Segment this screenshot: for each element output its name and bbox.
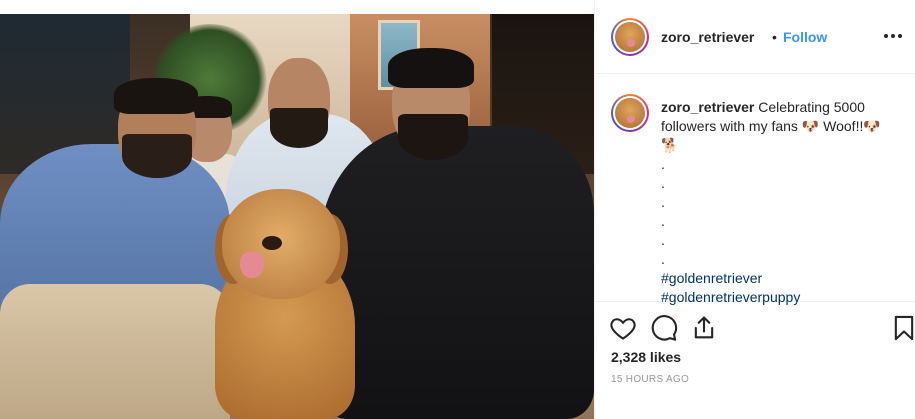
- caption-line: 🐕: [661, 137, 679, 153]
- hashtag-link[interactable]: #goldenretriever: [661, 269, 897, 288]
- dog-figure: [262, 236, 282, 250]
- avatar[interactable]: [611, 18, 649, 56]
- caption-text: zoro_retriever Celebrating 5000 follower…: [661, 98, 897, 307]
- person-figure: [114, 78, 198, 114]
- person-figure: [122, 134, 192, 178]
- post-photo[interactable]: [0, 14, 594, 419]
- post-actions: 2,328 likes 15 HOURS AGO: [595, 302, 915, 419]
- bookmark-icon[interactable]: [890, 314, 915, 342]
- more-options-icon[interactable]: [881, 24, 905, 48]
- post-timestamp[interactable]: 15 HOURS AGO: [611, 374, 689, 385]
- username-link[interactable]: zoro_retriever: [661, 29, 754, 45]
- dog-figure: [240, 252, 264, 278]
- caption-line: followers with my fans 🐶 Woof!!🐶: [661, 118, 881, 134]
- person-figure: [0, 284, 230, 419]
- caption-dot: .: [661, 194, 665, 210]
- caption-dots: . . . . . .: [661, 155, 897, 269]
- caption-dot: .: [661, 156, 665, 172]
- caption-line: Celebrating 5000: [758, 99, 865, 115]
- caption-dot: .: [661, 213, 665, 229]
- person-figure: [388, 48, 474, 88]
- caption-dot: .: [661, 175, 665, 191]
- comment-bubble-icon[interactable]: [650, 314, 678, 342]
- likes-count[interactable]: 2,328 likes: [611, 349, 681, 365]
- follow-button[interactable]: Follow: [783, 29, 827, 45]
- caption-comment: zoro_retriever Celebrating 5000 follower…: [595, 74, 915, 305]
- caption-dot: .: [661, 232, 665, 248]
- person-figure: [398, 114, 468, 160]
- post-header: zoro_retriever • Follow: [595, 0, 915, 74]
- person-figure: [270, 108, 328, 148]
- share-icon[interactable]: [690, 314, 718, 342]
- caption-dot: .: [661, 251, 665, 267]
- heart-icon[interactable]: [609, 314, 637, 342]
- person-figure: [320, 126, 594, 419]
- post-sidebar: zoro_retriever • Follow zoro_retriever C…: [594, 0, 915, 419]
- avatar[interactable]: [611, 94, 649, 132]
- separator-dot: •: [772, 29, 777, 45]
- caption-username-link[interactable]: zoro_retriever: [661, 99, 754, 115]
